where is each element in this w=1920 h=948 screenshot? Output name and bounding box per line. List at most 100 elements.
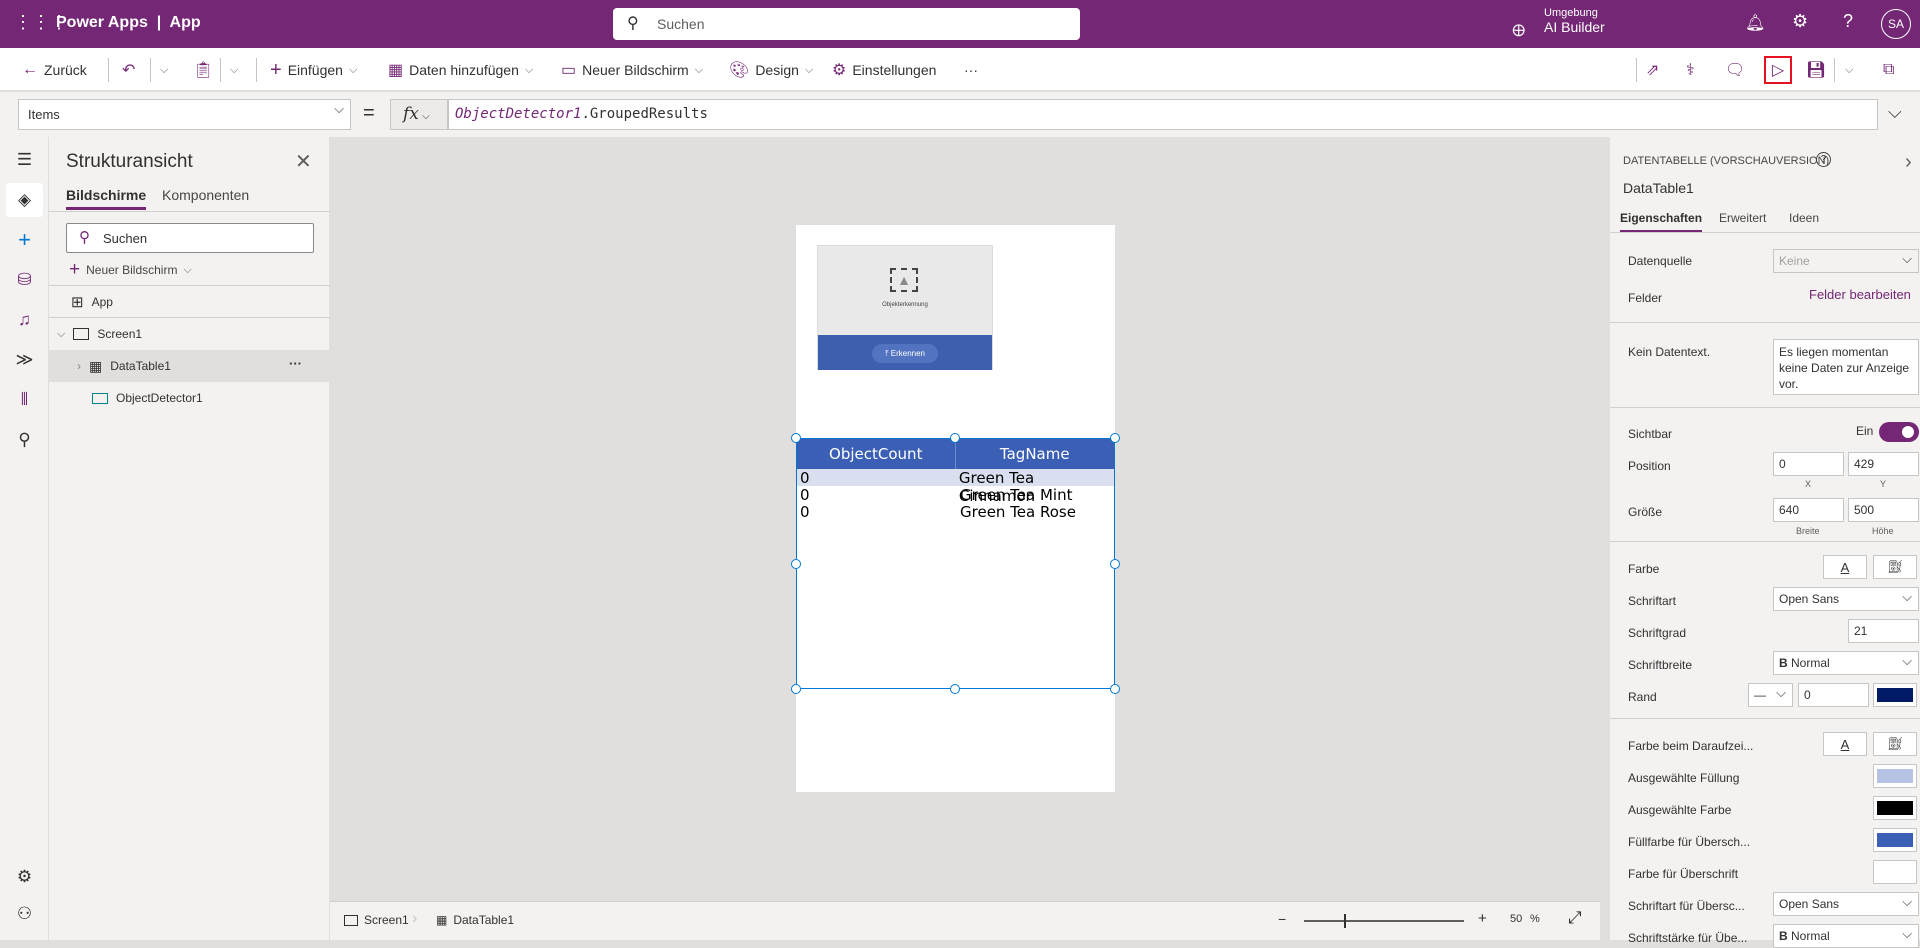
fontsize-input[interactable]: 21 bbox=[1848, 619, 1919, 643]
data-cylinder-icon[interactable]: ⛁ bbox=[6, 263, 43, 297]
table-row[interactable]: 0 Green Tea Rose bbox=[797, 503, 1114, 521]
add-data-button[interactable]: ▦ Daten hinzufügen ⌵ bbox=[388, 48, 533, 92]
border-color-button[interactable] bbox=[1873, 683, 1917, 707]
chevron-right-icon[interactable]: › bbox=[77, 359, 81, 373]
tab-screens[interactable]: Bildschirme bbox=[66, 187, 147, 210]
formula-input[interactable]: ObjectDetector1.GroupedResults bbox=[448, 99, 1878, 130]
zoom-slider-thumb[interactable] bbox=[1344, 914, 1346, 928]
width-input[interactable]: 640 bbox=[1773, 498, 1844, 522]
header-font-dropdown[interactable]: Open Sans bbox=[1773, 892, 1919, 916]
border-style-dropdown[interactable]: — bbox=[1748, 683, 1793, 707]
gear-icon[interactable]: ⚙ bbox=[1792, 11, 1808, 32]
resize-handle[interactable] bbox=[1110, 433, 1120, 443]
virtual-agent-icon[interactable]: ⚇ bbox=[6, 897, 43, 931]
header-weight-dropdown[interactable]: B Normal bbox=[1773, 924, 1919, 948]
tree-view-layers-icon[interactable]: ◈ bbox=[6, 183, 43, 217]
datasource-dropdown[interactable]: Keine bbox=[1773, 249, 1919, 273]
publish-button[interactable]: ⧉ bbox=[1883, 48, 1894, 92]
column-header-objectcount[interactable]: ObjectCount bbox=[797, 439, 956, 469]
tree-item-app[interactable]: ⊞ App bbox=[49, 286, 330, 317]
tab-ideas[interactable]: Ideen bbox=[1789, 211, 1819, 225]
bell-icon[interactable]: 🔔︎ bbox=[1745, 13, 1765, 33]
save-button[interactable]: 💾︎ bbox=[1806, 48, 1826, 92]
zoom-slider[interactable] bbox=[1304, 914, 1464, 928]
tree-search-input[interactable]: ⚲ Suchen bbox=[66, 223, 314, 253]
tab-properties[interactable]: Eigenschaften bbox=[1620, 211, 1703, 233]
help-icon[interactable]: ? bbox=[1843, 11, 1853, 32]
insert-plus-icon[interactable]: + bbox=[6, 223, 43, 257]
undo-dropdown[interactable]: ⌵ bbox=[160, 48, 168, 92]
resize-handle[interactable] bbox=[791, 433, 801, 443]
resize-handle[interactable] bbox=[950, 684, 960, 694]
object-detector-control[interactable]: ▲ Objekterkennung ⤒ Erkennen bbox=[817, 245, 993, 370]
hover-text-color-button[interactable]: A bbox=[1823, 732, 1867, 756]
header-color-button[interactable] bbox=[1873, 860, 1917, 884]
table-row[interactable]: 0 Green Tea Mint bbox=[797, 486, 1114, 504]
paste-button[interactable]: 📋︎ bbox=[193, 48, 213, 92]
fit-to-window-icon[interactable]: ⤢ bbox=[1568, 908, 1582, 928]
weight-dropdown[interactable]: B Normal bbox=[1773, 651, 1919, 675]
data-table[interactable]: ObjectCount TagName 0 Green Tea Cinnamon … bbox=[796, 438, 1115, 689]
more-options-button[interactable]: ··· bbox=[289, 356, 302, 371]
settings-gear-icon[interactable]: ⚙ bbox=[6, 860, 43, 894]
hover-fill-color-button[interactable]: ⛽︎ bbox=[1873, 732, 1917, 756]
border-width-input[interactable]: 0 bbox=[1798, 683, 1869, 707]
tab-advanced[interactable]: Erweitert bbox=[1719, 211, 1766, 225]
header-fill-button[interactable] bbox=[1873, 828, 1917, 852]
table-row[interactable]: 0 Green Tea Cinnamon bbox=[797, 469, 1114, 505]
column-header-tagname[interactable]: TagName bbox=[956, 439, 1115, 469]
close-icon[interactable]: ✕ bbox=[295, 149, 312, 174]
detect-button[interactable]: ⤒ Erkennen bbox=[872, 344, 938, 363]
position-x-input[interactable]: 0 bbox=[1773, 452, 1844, 476]
environment-picker[interactable]: Umgebung AI Builder bbox=[1544, 7, 1605, 35]
new-screen-button[interactable]: ▭ Neuer Bildschirm ⌵ bbox=[561, 48, 703, 92]
undo-button[interactable]: ↶ bbox=[122, 48, 135, 92]
font-dropdown[interactable]: Open Sans bbox=[1773, 587, 1919, 611]
zoom-out-button[interactable]: − bbox=[1278, 911, 1286, 927]
zoom-in-button[interactable]: + bbox=[1478, 910, 1487, 927]
advanced-tools-icon[interactable]: ⫴ bbox=[6, 383, 43, 417]
fill-color-button[interactable]: ⛽︎ bbox=[1873, 555, 1917, 579]
save-dropdown[interactable]: ⌵ bbox=[1845, 48, 1853, 92]
position-y-input[interactable]: 429 bbox=[1848, 452, 1919, 476]
tab-components[interactable]: Komponenten bbox=[162, 187, 249, 203]
app-checker-button[interactable]: ⚕ bbox=[1686, 48, 1695, 92]
share-button[interactable]: ⇗ bbox=[1646, 48, 1659, 92]
help-icon[interactable]: ? bbox=[1816, 152, 1831, 167]
more-button[interactable]: ··· bbox=[964, 48, 978, 92]
chevron-right-icon[interactable]: › bbox=[1905, 151, 1912, 174]
resize-handle[interactable] bbox=[791, 559, 801, 569]
tree-item-datatable1[interactable]: › ▦ DataTable1 ··· bbox=[49, 350, 330, 382]
breadcrumb-datatable1[interactable]: ▦ DataTable1 bbox=[436, 913, 514, 927]
tree-item-objectdetector1[interactable]: ObjectDetector1 bbox=[49, 382, 330, 414]
resize-handle[interactable] bbox=[950, 433, 960, 443]
text-color-button[interactable]: A bbox=[1823, 555, 1867, 579]
power-automate-icon[interactable]: ≫ bbox=[6, 343, 43, 377]
media-icon[interactable]: ♫ bbox=[6, 303, 43, 337]
nodata-textarea[interactable]: Es liegen momentan keine Daten zur Anzei… bbox=[1773, 339, 1919, 395]
hamburger-menu-icon[interactable]: ☰ bbox=[6, 143, 43, 177]
back-button[interactable]: ← Zurück bbox=[22, 48, 87, 92]
insert-button[interactable]: + Einfügen ⌵ bbox=[270, 48, 357, 92]
resize-handle[interactable] bbox=[1110, 559, 1120, 569]
new-screen-button[interactable]: + Neuer Bildschirm ⌵ bbox=[69, 259, 192, 281]
comments-button[interactable]: 🗨︎ bbox=[1725, 48, 1745, 92]
property-dropdown[interactable]: Items bbox=[18, 99, 351, 130]
avatar[interactable]: SA bbox=[1881, 9, 1911, 39]
visible-toggle[interactable] bbox=[1879, 422, 1919, 442]
expand-formula-icon[interactable]: ⌵ bbox=[1888, 102, 1902, 123]
preview-play-button[interactable]: ▷ bbox=[1764, 56, 1792, 84]
paste-dropdown[interactable]: ⌵ bbox=[230, 48, 238, 92]
resize-handle[interactable] bbox=[791, 684, 801, 694]
resize-handle[interactable] bbox=[1110, 684, 1120, 694]
selected-fill-button[interactable] bbox=[1873, 764, 1917, 788]
design-button[interactable]: 🎨︎ Design ⌵ bbox=[729, 48, 813, 92]
chevron-down-icon[interactable]: ⌵ bbox=[57, 328, 65, 341]
fx-button[interactable]: fx ⌵ bbox=[390, 99, 448, 130]
settings-button[interactable]: ⚙ Einstellungen bbox=[832, 48, 936, 92]
global-search[interactable]: ⚲ Suchen bbox=[613, 8, 1080, 40]
height-input[interactable]: 500 bbox=[1848, 498, 1919, 522]
search-icon[interactable]: ⚲ bbox=[6, 423, 43, 457]
tree-item-screen1[interactable]: ⌵ Screen1 bbox=[49, 318, 330, 350]
edit-fields-link[interactable]: Felder bearbeiten bbox=[1809, 287, 1911, 302]
